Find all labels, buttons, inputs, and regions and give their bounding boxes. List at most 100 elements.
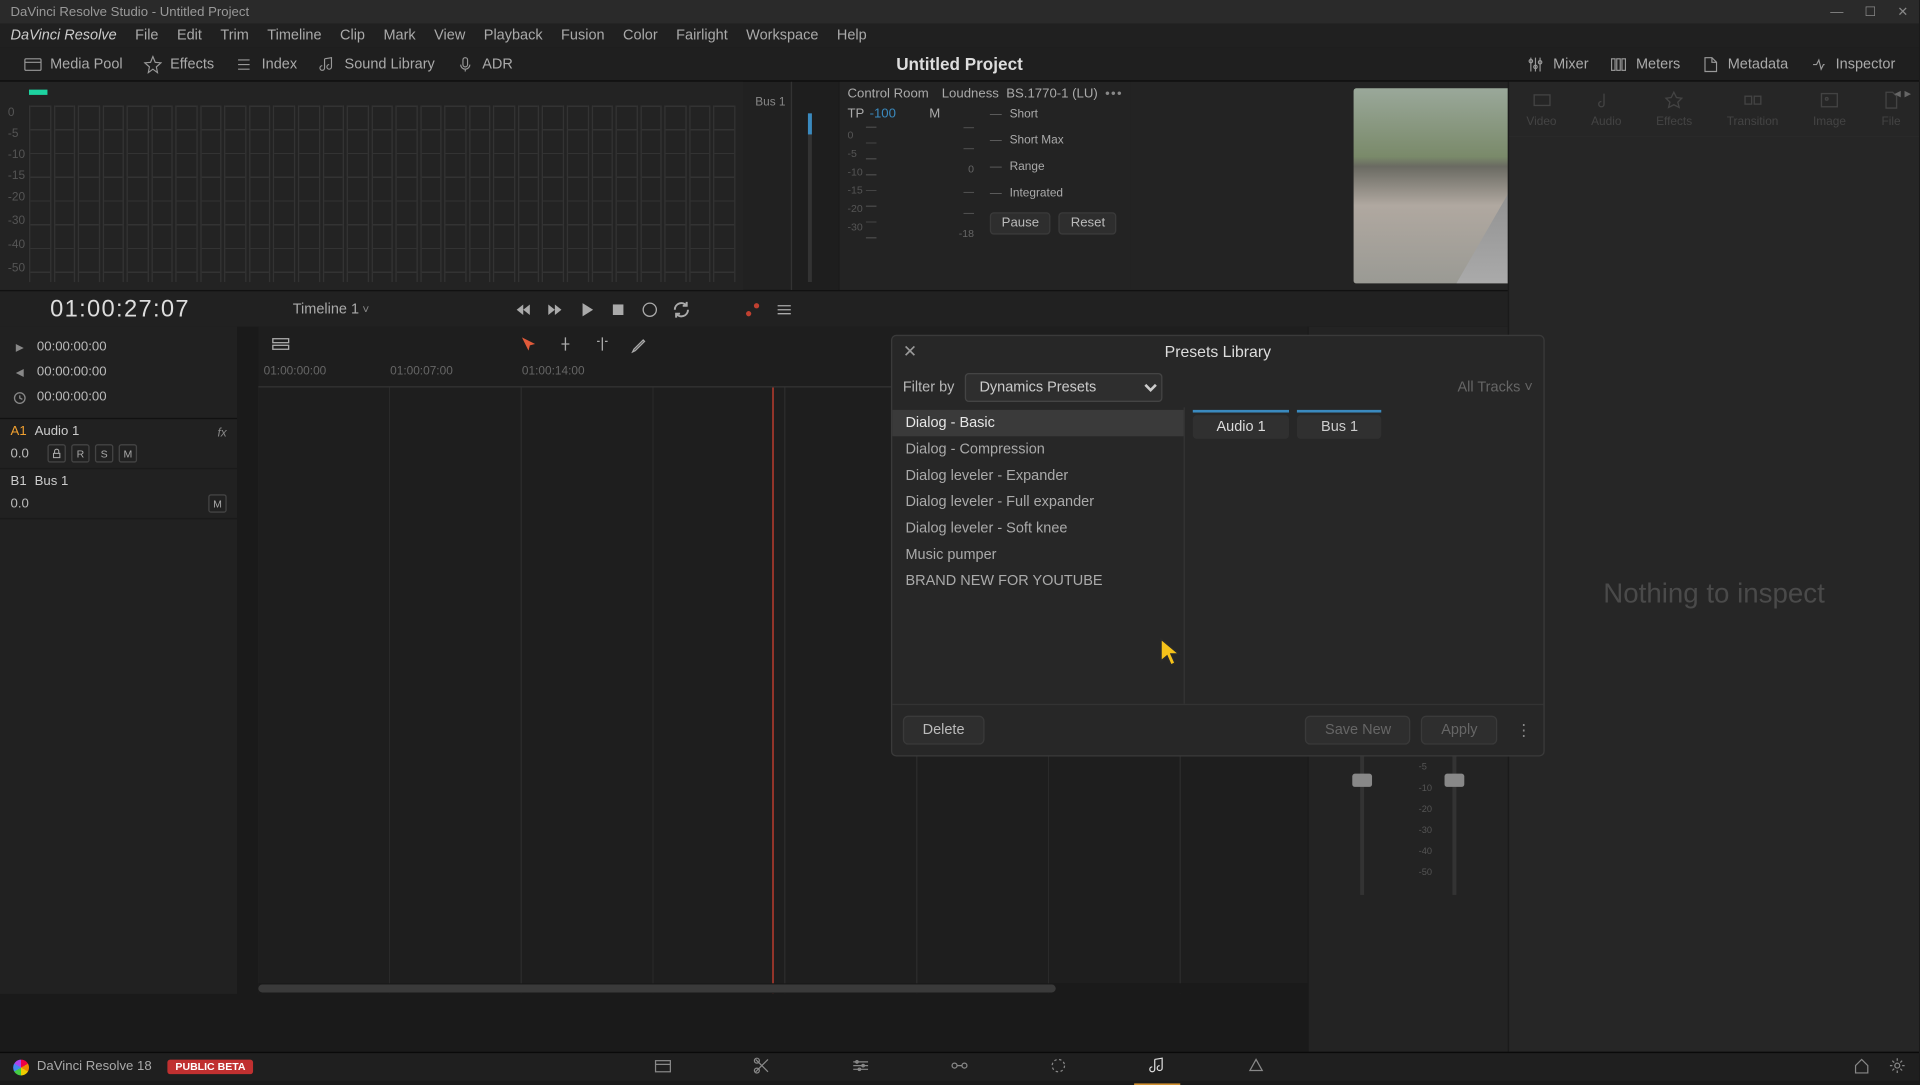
- fairlight-page-icon[interactable]: [1147, 1055, 1167, 1079]
- range-in-value: 00:00:00:00: [37, 340, 107, 354]
- deliver-page-icon[interactable]: [1246, 1055, 1266, 1079]
- preset-item[interactable]: Dialog - Basic: [892, 410, 1183, 436]
- index-button[interactable]: Index: [225, 49, 308, 78]
- preset-item[interactable]: Dialog leveler - Soft knee: [892, 515, 1183, 541]
- delete-button[interactable]: Delete: [903, 716, 984, 745]
- sound-library-icon: [318, 55, 336, 73]
- menu-edit[interactable]: Edit: [168, 28, 211, 44]
- menu-clip[interactable]: Clip: [331, 28, 374, 44]
- presets-options-icon[interactable]: ⋮: [1516, 721, 1533, 739]
- inspector-empty-message: Nothing to inspect: [1509, 137, 1919, 1052]
- media-pool-icon: [24, 55, 42, 73]
- preset-item[interactable]: Music pumper: [892, 542, 1183, 568]
- playhead[interactable]: [772, 387, 773, 993]
- close-icon[interactable]: ✕: [1897, 5, 1908, 19]
- color-page-icon[interactable]: [1048, 1055, 1068, 1079]
- settings-icon[interactable]: [1889, 1056, 1906, 1077]
- fader-a1[interactable]: 0-5-10-20-30-40-50: [1317, 737, 1409, 895]
- inspector-tab-video[interactable]: Video: [1519, 90, 1565, 128]
- inspector-button[interactable]: Inspector: [1799, 49, 1906, 78]
- inspector-tab-effects[interactable]: Effects: [1648, 90, 1700, 128]
- effects-button[interactable]: Effects: [133, 49, 225, 78]
- menu-workspace[interactable]: Workspace: [737, 28, 828, 44]
- fader-bus1[interactable]: 0-5-10-20-30-40-50: [1408, 737, 1500, 895]
- menu-mark[interactable]: Mark: [374, 28, 425, 44]
- range-in[interactable]: 00:00:00:00: [13, 335, 224, 360]
- edit-page-icon[interactable]: [851, 1055, 871, 1079]
- home-icon[interactable]: [1853, 1056, 1870, 1077]
- solo-button[interactable]: S: [95, 444, 113, 462]
- save-new-button[interactable]: Save New: [1305, 716, 1411, 745]
- track-a1[interactable]: A1 Audio 1 fx 0.0 R S M: [0, 419, 237, 469]
- preset-item[interactable]: Dialog leveler - Full expander: [892, 489, 1183, 515]
- automation-write-icon[interactable]: [744, 300, 762, 318]
- preset-item[interactable]: Dialog - Compression: [892, 436, 1183, 462]
- reset-button[interactable]: Reset: [1059, 212, 1117, 234]
- timeline-selector[interactable]: Timeline 1: [293, 301, 370, 317]
- inspector-tab-audio[interactable]: Audio: [1583, 90, 1629, 128]
- menu-fairlight[interactable]: Fairlight: [667, 28, 737, 44]
- track-a1-gain[interactable]: 0.0: [11, 446, 43, 460]
- sound-library-button[interactable]: Sound Library: [308, 49, 446, 78]
- preset-item[interactable]: BRAND NEW FOR YOUTUBE: [892, 568, 1183, 594]
- record-button[interactable]: [641, 300, 659, 318]
- menu-app[interactable]: DaVinci Resolve: [8, 28, 126, 44]
- inspector-tab-image[interactable]: Image: [1805, 90, 1854, 128]
- stop-button[interactable]: [609, 300, 627, 318]
- record-arm-button[interactable]: R: [71, 444, 89, 462]
- timeline-view-icon[interactable]: [272, 335, 290, 353]
- menu-trim[interactable]: Trim: [211, 28, 258, 44]
- menu-help[interactable]: Help: [828, 28, 876, 44]
- minimize-icon[interactable]: —: [1830, 5, 1843, 19]
- next-button[interactable]: [546, 300, 564, 318]
- automation-settings-icon[interactable]: [775, 300, 793, 318]
- cut-page-icon[interactable]: [752, 1055, 772, 1079]
- cr-tick: -10: [847, 163, 862, 181]
- track-b1-gain[interactable]: 0.0: [11, 496, 43, 510]
- menu-file[interactable]: File: [126, 28, 168, 44]
- mute-button[interactable]: M: [119, 444, 137, 462]
- loop-button[interactable]: [672, 300, 690, 318]
- menu-fusion[interactable]: Fusion: [552, 28, 614, 44]
- menu-view[interactable]: View: [425, 28, 475, 44]
- pencil-tool-icon[interactable]: [630, 335, 648, 353]
- play-button[interactable]: [578, 300, 596, 318]
- cr-tick: -15: [847, 182, 862, 200]
- meters-button[interactable]: Meters: [1599, 49, 1691, 78]
- loudness-options-icon[interactable]: •••: [1105, 87, 1123, 101]
- window-title: DaVinci Resolve Studio - Untitled Projec…: [11, 5, 250, 19]
- preset-track-bus1[interactable]: Bus 1: [1297, 415, 1382, 439]
- all-tracks-dropdown[interactable]: All Tracks ˅: [1457, 380, 1532, 396]
- menu-timeline[interactable]: Timeline: [258, 28, 331, 44]
- track-fx-icon[interactable]: fx: [217, 425, 226, 438]
- mute-button[interactable]: M: [208, 494, 226, 512]
- fusion-page-icon[interactable]: [950, 1055, 970, 1079]
- loudness-standard: BS.1770-1 (LU): [1006, 87, 1098, 101]
- media-pool-button[interactable]: Media Pool: [13, 49, 133, 78]
- media-page-icon[interactable]: [653, 1055, 673, 1079]
- range-tool-icon[interactable]: [593, 335, 611, 353]
- app-logo-icon: [13, 1059, 29, 1075]
- menu-playback[interactable]: Playback: [475, 28, 552, 44]
- m-neg18: -18: [959, 228, 974, 240]
- marker-tool-icon[interactable]: [556, 335, 574, 353]
- pause-button[interactable]: Pause: [990, 212, 1051, 234]
- range-out[interactable]: 00:00:00:00: [13, 360, 224, 385]
- prev-button[interactable]: [514, 300, 532, 318]
- index-icon: [235, 55, 253, 73]
- track-b1[interactable]: B1 Bus 1 0.0 M: [0, 469, 237, 519]
- preset-item[interactable]: Dialog leveler - Expander: [892, 463, 1183, 489]
- inspector-tab-transition[interactable]: Transition: [1719, 90, 1786, 128]
- filter-select[interactable]: Dynamics Presets: [965, 373, 1163, 402]
- adr-button[interactable]: ADR: [445, 49, 523, 78]
- lock-icon[interactable]: [47, 444, 65, 462]
- mixer-button[interactable]: Mixer: [1516, 49, 1599, 78]
- inspector-tab-file[interactable]: File: [1873, 90, 1910, 128]
- maximize-icon[interactable]: ☐: [1864, 5, 1876, 19]
- presets-close-icon[interactable]: ✕: [903, 341, 917, 362]
- selection-tool-icon[interactable]: [519, 335, 537, 353]
- preset-track-audio1[interactable]: Audio 1: [1193, 415, 1290, 439]
- metadata-button[interactable]: Metadata: [1691, 49, 1799, 78]
- menu-color[interactable]: Color: [614, 28, 667, 44]
- apply-button[interactable]: Apply: [1421, 716, 1497, 745]
